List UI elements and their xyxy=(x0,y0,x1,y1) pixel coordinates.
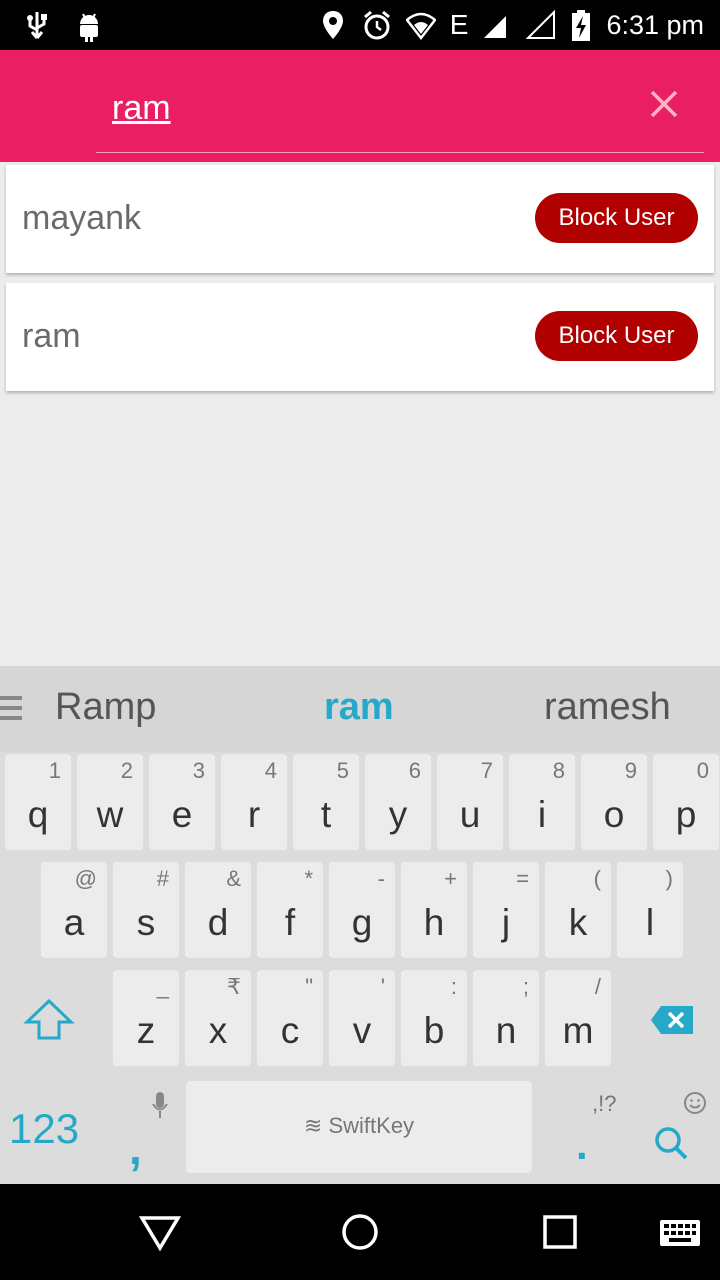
key-f[interactable]: * f xyxy=(257,862,323,958)
key-n[interactable]: ; n xyxy=(473,970,539,1066)
key-s[interactable]: # s xyxy=(113,862,179,958)
wifi-icon xyxy=(405,8,437,42)
key-w[interactable]: 2w xyxy=(77,754,143,850)
numbers-key[interactable]: 123 xyxy=(5,1081,97,1173)
comma-label: , xyxy=(129,1122,142,1174)
search-key[interactable] xyxy=(625,1081,715,1173)
key-l[interactable]: ) l xyxy=(617,862,683,958)
key-o[interactable]: 9o xyxy=(581,754,647,850)
key-e[interactable]: 3e xyxy=(149,754,215,850)
numbers-key-label: 123 xyxy=(9,1105,80,1152)
home-icon xyxy=(342,1214,378,1250)
key-d[interactable]: & d xyxy=(185,862,251,958)
search-input[interactable] xyxy=(112,86,612,130)
key-z[interactable]: _ z xyxy=(113,970,179,1066)
keyboard-switch-button[interactable] xyxy=(658,1208,706,1256)
block-user-button[interactable]: Block User xyxy=(535,193,698,243)
backspace-key[interactable] xyxy=(625,970,715,1066)
key-p[interactable]: 0p xyxy=(653,754,719,850)
key-j[interactable]: = j xyxy=(473,862,539,958)
list-item: ram Block User xyxy=(6,283,714,391)
menu-icon[interactable] xyxy=(0,694,24,722)
close-icon xyxy=(650,90,678,118)
key-a[interactable]: @ a xyxy=(41,862,107,958)
space-key[interactable]: ≋ SwiftKey xyxy=(186,1081,532,1173)
keyboard-icon xyxy=(660,1220,700,1246)
key-t[interactable]: 5t xyxy=(293,754,359,850)
key-c[interactable]: " c xyxy=(257,970,323,1066)
period-label: . xyxy=(576,1121,588,1168)
emoji-icon xyxy=(684,1092,706,1114)
search-icon xyxy=(655,1127,688,1160)
suggestion-2[interactable]: ram xyxy=(324,686,394,729)
key-b[interactable]: :b xyxy=(401,970,467,1066)
suggestion-1[interactable]: Ramp xyxy=(55,686,156,729)
search-header xyxy=(0,50,720,162)
comma-key[interactable]: , xyxy=(113,1081,179,1174)
list-item: mayank Block User xyxy=(6,165,714,273)
key-u[interactable]: 7u xyxy=(437,754,503,850)
system-nav-bar xyxy=(0,1184,720,1280)
usb-icon xyxy=(22,8,52,42)
signal-icon xyxy=(482,8,512,42)
key-v[interactable]: ' v xyxy=(329,970,395,1066)
user-results-list: mayank Block User ram Block User xyxy=(6,165,714,401)
microphone-icon xyxy=(152,1092,168,1118)
back-button[interactable] xyxy=(136,1208,184,1256)
key-m[interactable]: / m xyxy=(545,970,611,1066)
recents-button[interactable] xyxy=(536,1208,584,1256)
backspace-icon xyxy=(651,1006,693,1034)
key-k[interactable]: (k xyxy=(545,862,611,958)
period-hint: ,!? xyxy=(592,1091,617,1116)
suggestion-bar: Ramp ram ramesh xyxy=(0,666,720,752)
status-bar: E 6:31 pm xyxy=(0,0,720,50)
home-button[interactable] xyxy=(336,1208,384,1256)
user-name: ram xyxy=(22,317,81,355)
clock: 6:31 pm xyxy=(606,9,704,40)
alarm-icon xyxy=(362,8,392,42)
key-y[interactable]: 6y xyxy=(365,754,431,850)
suggestion-3[interactable]: ramesh xyxy=(544,686,671,729)
back-icon xyxy=(138,1216,182,1252)
soft-keyboard: Ramp ram ramesh 1q 2w 3e 4r 5t 6y 7u 8i … xyxy=(0,666,720,1184)
android-icon xyxy=(74,8,104,42)
block-user-button[interactable]: Block User xyxy=(535,311,698,361)
signal-empty-icon xyxy=(526,8,556,42)
shift-key[interactable] xyxy=(5,970,97,1066)
location-icon xyxy=(318,8,348,42)
user-name: mayank xyxy=(22,199,142,237)
keyboard-brand: ≋ SwiftKey xyxy=(303,1113,415,1138)
period-key[interactable]: ,!? . xyxy=(548,1081,617,1173)
recents-icon xyxy=(543,1215,577,1249)
key-h[interactable]: + h xyxy=(401,862,467,958)
key-g[interactable]: -g xyxy=(329,862,395,958)
clear-search-button[interactable] xyxy=(640,80,688,128)
key-x[interactable]: ₹ x xyxy=(185,970,251,1066)
key-r[interactable]: 4r xyxy=(221,754,287,850)
search-underline xyxy=(96,152,704,153)
shift-icon xyxy=(23,998,75,1040)
key-q[interactable]: 1q xyxy=(5,754,71,850)
battery-charging-icon xyxy=(570,8,592,42)
key-i[interactable]: 8i xyxy=(509,754,575,850)
network-type: E xyxy=(449,9,469,40)
